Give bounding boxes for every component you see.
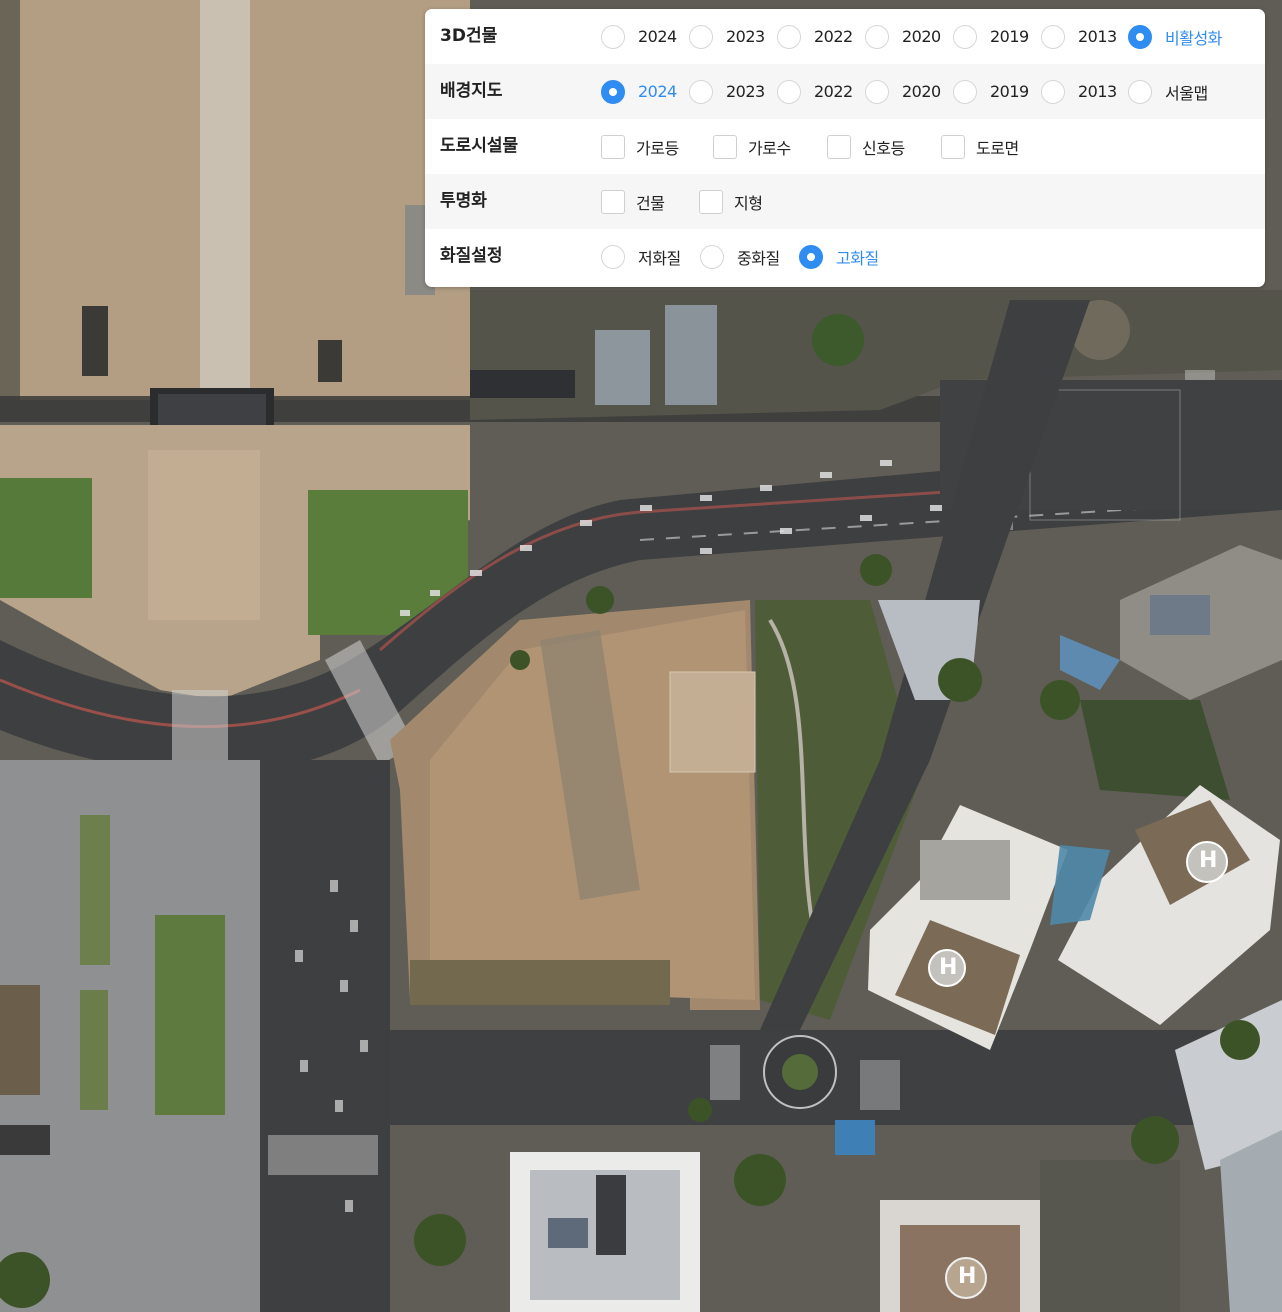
option-label: 서울맵 (1165, 83, 1208, 103)
checkbox-icon[interactable] (699, 189, 723, 214)
radio-icon[interactable] (689, 24, 713, 49)
radio-icon[interactable] (865, 79, 889, 104)
checkbox-traffic-light[interactable]: 신호등 (827, 119, 905, 174)
option-3d-2019[interactable]: 2019 (953, 9, 1029, 64)
checkbox-icon[interactable] (601, 189, 625, 214)
option-label: 비활성화 (1165, 28, 1222, 48)
option-label: 건물 (636, 193, 665, 213)
option-label: 2013 (1078, 82, 1117, 101)
row-label: 화질설정 (440, 246, 503, 266)
checkbox-icon[interactable] (827, 134, 851, 159)
row-label: 도로시설물 (440, 136, 519, 156)
checkbox-street-tree[interactable]: 가로수 (713, 119, 791, 174)
option-bg-2019[interactable]: 2019 (953, 64, 1029, 119)
option-quality-low[interactable]: 저화질 (601, 229, 681, 284)
option-label: 2024 (638, 82, 677, 101)
radio-icon[interactable] (1041, 79, 1065, 104)
option-label: 2019 (990, 27, 1029, 46)
option-label: 2020 (902, 82, 941, 101)
option-bg-2024[interactable]: 2024 (601, 64, 677, 119)
option-bg-2023[interactable]: 2023 (689, 64, 765, 119)
row-background-map: 배경지도 2024 2023 2022 2020 2019 2013 서울맵 (425, 64, 1265, 119)
row-label: 3D건물 (440, 26, 498, 46)
option-3d-disabled[interactable]: 비활성화 (1128, 9, 1222, 64)
radio-icon[interactable] (953, 24, 977, 49)
radio-selected-icon[interactable] (799, 244, 823, 269)
option-label: 저화질 (638, 248, 681, 268)
option-label: 2023 (726, 27, 765, 46)
radio-selected-icon[interactable] (601, 79, 625, 104)
option-bg-2013[interactable]: 2013 (1041, 64, 1117, 119)
option-label: 지형 (734, 193, 763, 213)
row-3d-buildings: 3D건물 2024 2023 2022 2020 2019 2013 비활성화 (425, 9, 1265, 64)
checkbox-streetlight[interactable]: 가로등 (601, 119, 679, 174)
option-label: 도로면 (976, 138, 1019, 158)
option-quality-high[interactable]: 고화질 (799, 229, 879, 284)
radio-icon[interactable] (777, 24, 801, 49)
option-label: 고화질 (836, 248, 879, 268)
option-label: 2022 (814, 27, 853, 46)
option-label: 가로등 (636, 138, 679, 158)
radio-icon[interactable] (700, 244, 724, 269)
option-label: 2019 (990, 82, 1029, 101)
option-quality-mid[interactable]: 중화질 (700, 229, 780, 284)
option-label: 2024 (638, 27, 677, 46)
checkbox-icon[interactable] (601, 134, 625, 159)
option-3d-2020[interactable]: 2020 (865, 9, 941, 64)
row-road-facilities: 도로시설물 가로등 가로수 신호등 도로면 (425, 119, 1265, 174)
option-3d-2024[interactable]: 2024 (601, 9, 677, 64)
option-3d-2013[interactable]: 2013 (1041, 9, 1117, 64)
radio-icon[interactable] (1128, 79, 1152, 104)
row-label: 투명화 (440, 191, 487, 211)
radio-icon[interactable] (953, 79, 977, 104)
option-label: 2020 (902, 27, 941, 46)
option-label: 2013 (1078, 27, 1117, 46)
radio-icon[interactable] (865, 24, 889, 49)
row-label: 배경지도 (440, 81, 503, 101)
radio-icon[interactable] (777, 79, 801, 104)
option-label: 2023 (726, 82, 765, 101)
checkbox-road-surface[interactable]: 도로면 (941, 119, 1019, 174)
option-bg-seoulmap[interactable]: 서울맵 (1128, 64, 1208, 119)
option-label: 2022 (814, 82, 853, 101)
checkbox-icon[interactable] (941, 134, 965, 159)
option-bg-2020[interactable]: 2020 (865, 64, 941, 119)
option-3d-2022[interactable]: 2022 (777, 9, 853, 64)
option-bg-2022[interactable]: 2022 (777, 64, 853, 119)
row-quality: 화질설정 저화질 중화질 고화질 (425, 229, 1265, 284)
checkbox-icon[interactable] (713, 134, 737, 159)
radio-icon[interactable] (1041, 24, 1065, 49)
option-label: 신호등 (862, 138, 905, 158)
option-3d-2023[interactable]: 2023 (689, 9, 765, 64)
option-label: 중화질 (737, 248, 780, 268)
checkbox-building[interactable]: 건물 (601, 174, 665, 229)
option-label: 가로수 (748, 138, 791, 158)
checkbox-terrain[interactable]: 지형 (699, 174, 763, 229)
radio-icon[interactable] (689, 79, 713, 104)
map-settings-panel: 3D건물 2024 2023 2022 2020 2019 2013 비활성화 … (425, 9, 1265, 287)
radio-icon[interactable] (601, 244, 625, 269)
row-transparency: 투명화 건물 지형 (425, 174, 1265, 229)
radio-selected-icon[interactable] (1128, 24, 1152, 49)
radio-icon[interactable] (601, 24, 625, 49)
